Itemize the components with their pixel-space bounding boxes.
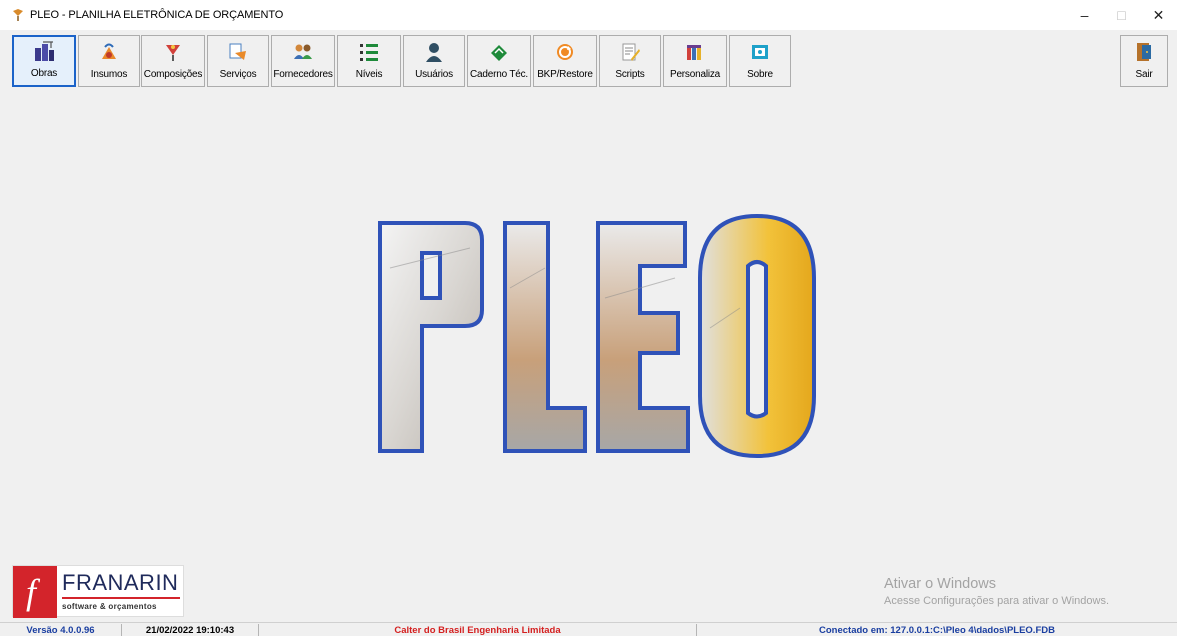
scripts-button[interactable]: Scripts xyxy=(599,35,661,87)
book-icon xyxy=(488,41,510,63)
sair-button[interactable]: Sair xyxy=(1120,35,1168,87)
usuarios-button[interactable]: Usuários xyxy=(403,35,465,87)
obras-button[interactable]: Obras xyxy=(12,35,76,87)
pleo-logo xyxy=(370,208,830,459)
watermark-title: Ativar o Windows xyxy=(884,576,997,592)
users-icon xyxy=(423,41,445,63)
backup-restore-button[interactable]: BKP/Restore xyxy=(533,35,597,87)
brand-tagline: software & orçamentos xyxy=(62,602,157,611)
fornecedores-button[interactable]: Fornecedores xyxy=(271,35,335,87)
brand-name: FRANARIN xyxy=(62,570,179,595)
window-title: PLEO - PLANILHA ELETRÔNICA DE ORÇAMENTO xyxy=(30,9,284,21)
niveis-button[interactable]: Níveis xyxy=(337,35,401,87)
minimize-button[interactable]: – xyxy=(1066,0,1103,30)
connection-panel: Conectado em: 127.0.0.1:C:\Pleo 4\dados\… xyxy=(696,624,1177,636)
building-icon xyxy=(33,40,55,62)
company-panel: Calter do Brasil Engenharia Limitada xyxy=(258,624,696,636)
exit-door-icon xyxy=(1133,41,1155,63)
franarin-mark: f xyxy=(13,566,57,618)
services-icon xyxy=(227,41,249,63)
servicos-button[interactable]: Serviços xyxy=(207,35,269,87)
levels-icon xyxy=(358,41,380,63)
watermark-subtitle: Acesse Configurações para ativar o Windo… xyxy=(884,595,1109,607)
suppliers-icon xyxy=(292,41,314,63)
activation-watermark: Ativar o Windows Acesse Configurações pa… xyxy=(884,576,1109,607)
svg-text:f: f xyxy=(26,572,41,612)
status-bar: Versão 4.0.0.96 21/02/2022 19:10:43 Calt… xyxy=(0,622,1177,636)
insumos-button[interactable]: Insumos xyxy=(78,35,140,87)
brand-divider xyxy=(62,597,180,599)
close-button[interactable]: ✕ xyxy=(1140,0,1177,30)
maximize-button[interactable]: □ xyxy=(1103,0,1140,30)
caderno-tecnico-button[interactable]: Caderno Téc. xyxy=(467,35,531,87)
title-bar: PLEO - PLANILHA ELETRÔNICA DE ORÇAMENTO … xyxy=(0,0,1177,30)
personaliza-button[interactable]: Personaliza xyxy=(663,35,727,87)
version-panel: Versão 4.0.0.96 xyxy=(26,625,95,636)
window-controls: – □ ✕ xyxy=(1066,0,1177,30)
datetime-panel: 21/02/2022 19:10:43 xyxy=(121,624,258,636)
sobre-button[interactable]: Sobre xyxy=(729,35,791,87)
franarin-logo: f FRANARIN software & orçamentos xyxy=(12,565,184,618)
app-icon xyxy=(11,8,25,22)
supplies-icon xyxy=(98,41,120,63)
about-icon xyxy=(749,41,771,63)
scripts-icon xyxy=(619,41,641,63)
backup-icon xyxy=(554,41,576,63)
customize-icon xyxy=(684,41,706,63)
composicoes-button[interactable]: Composições xyxy=(141,35,205,87)
compositions-icon xyxy=(162,41,184,63)
main-toolbar: Obras Insumos Composições Serviços Forne… xyxy=(0,30,1177,90)
